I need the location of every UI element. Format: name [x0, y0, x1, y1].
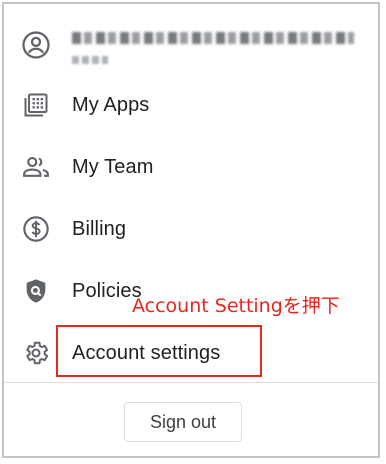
dollar-circle-icon [20, 213, 52, 245]
sign-out-button[interactable]: Sign out [124, 402, 242, 442]
account-circle-icon [20, 29, 52, 61]
menu-item-label: Billing [72, 218, 127, 240]
shield-icon [20, 275, 52, 307]
gear-icon [20, 337, 52, 369]
menu-item-label: My Apps [72, 94, 150, 116]
apps-grid-icon [20, 89, 52, 121]
menu-item-my-team[interactable]: My Team [4, 136, 378, 198]
account-header[interactable] [4, 14, 378, 76]
account-name-redacted [72, 32, 354, 44]
menu-item-label: My Team [72, 156, 154, 178]
account-sub-redacted [72, 56, 108, 64]
menu-divider [4, 382, 378, 383]
team-icon [20, 151, 52, 183]
menu-item-billing[interactable]: Billing [4, 198, 378, 260]
annotation-text: Account Settingを押下 [132, 295, 340, 317]
account-menu-panel: My Apps My Team Billing Policies Account… [2, 2, 380, 458]
annotation-highlight-box [56, 325, 262, 377]
menu-item-my-apps[interactable]: My Apps [4, 74, 378, 136]
